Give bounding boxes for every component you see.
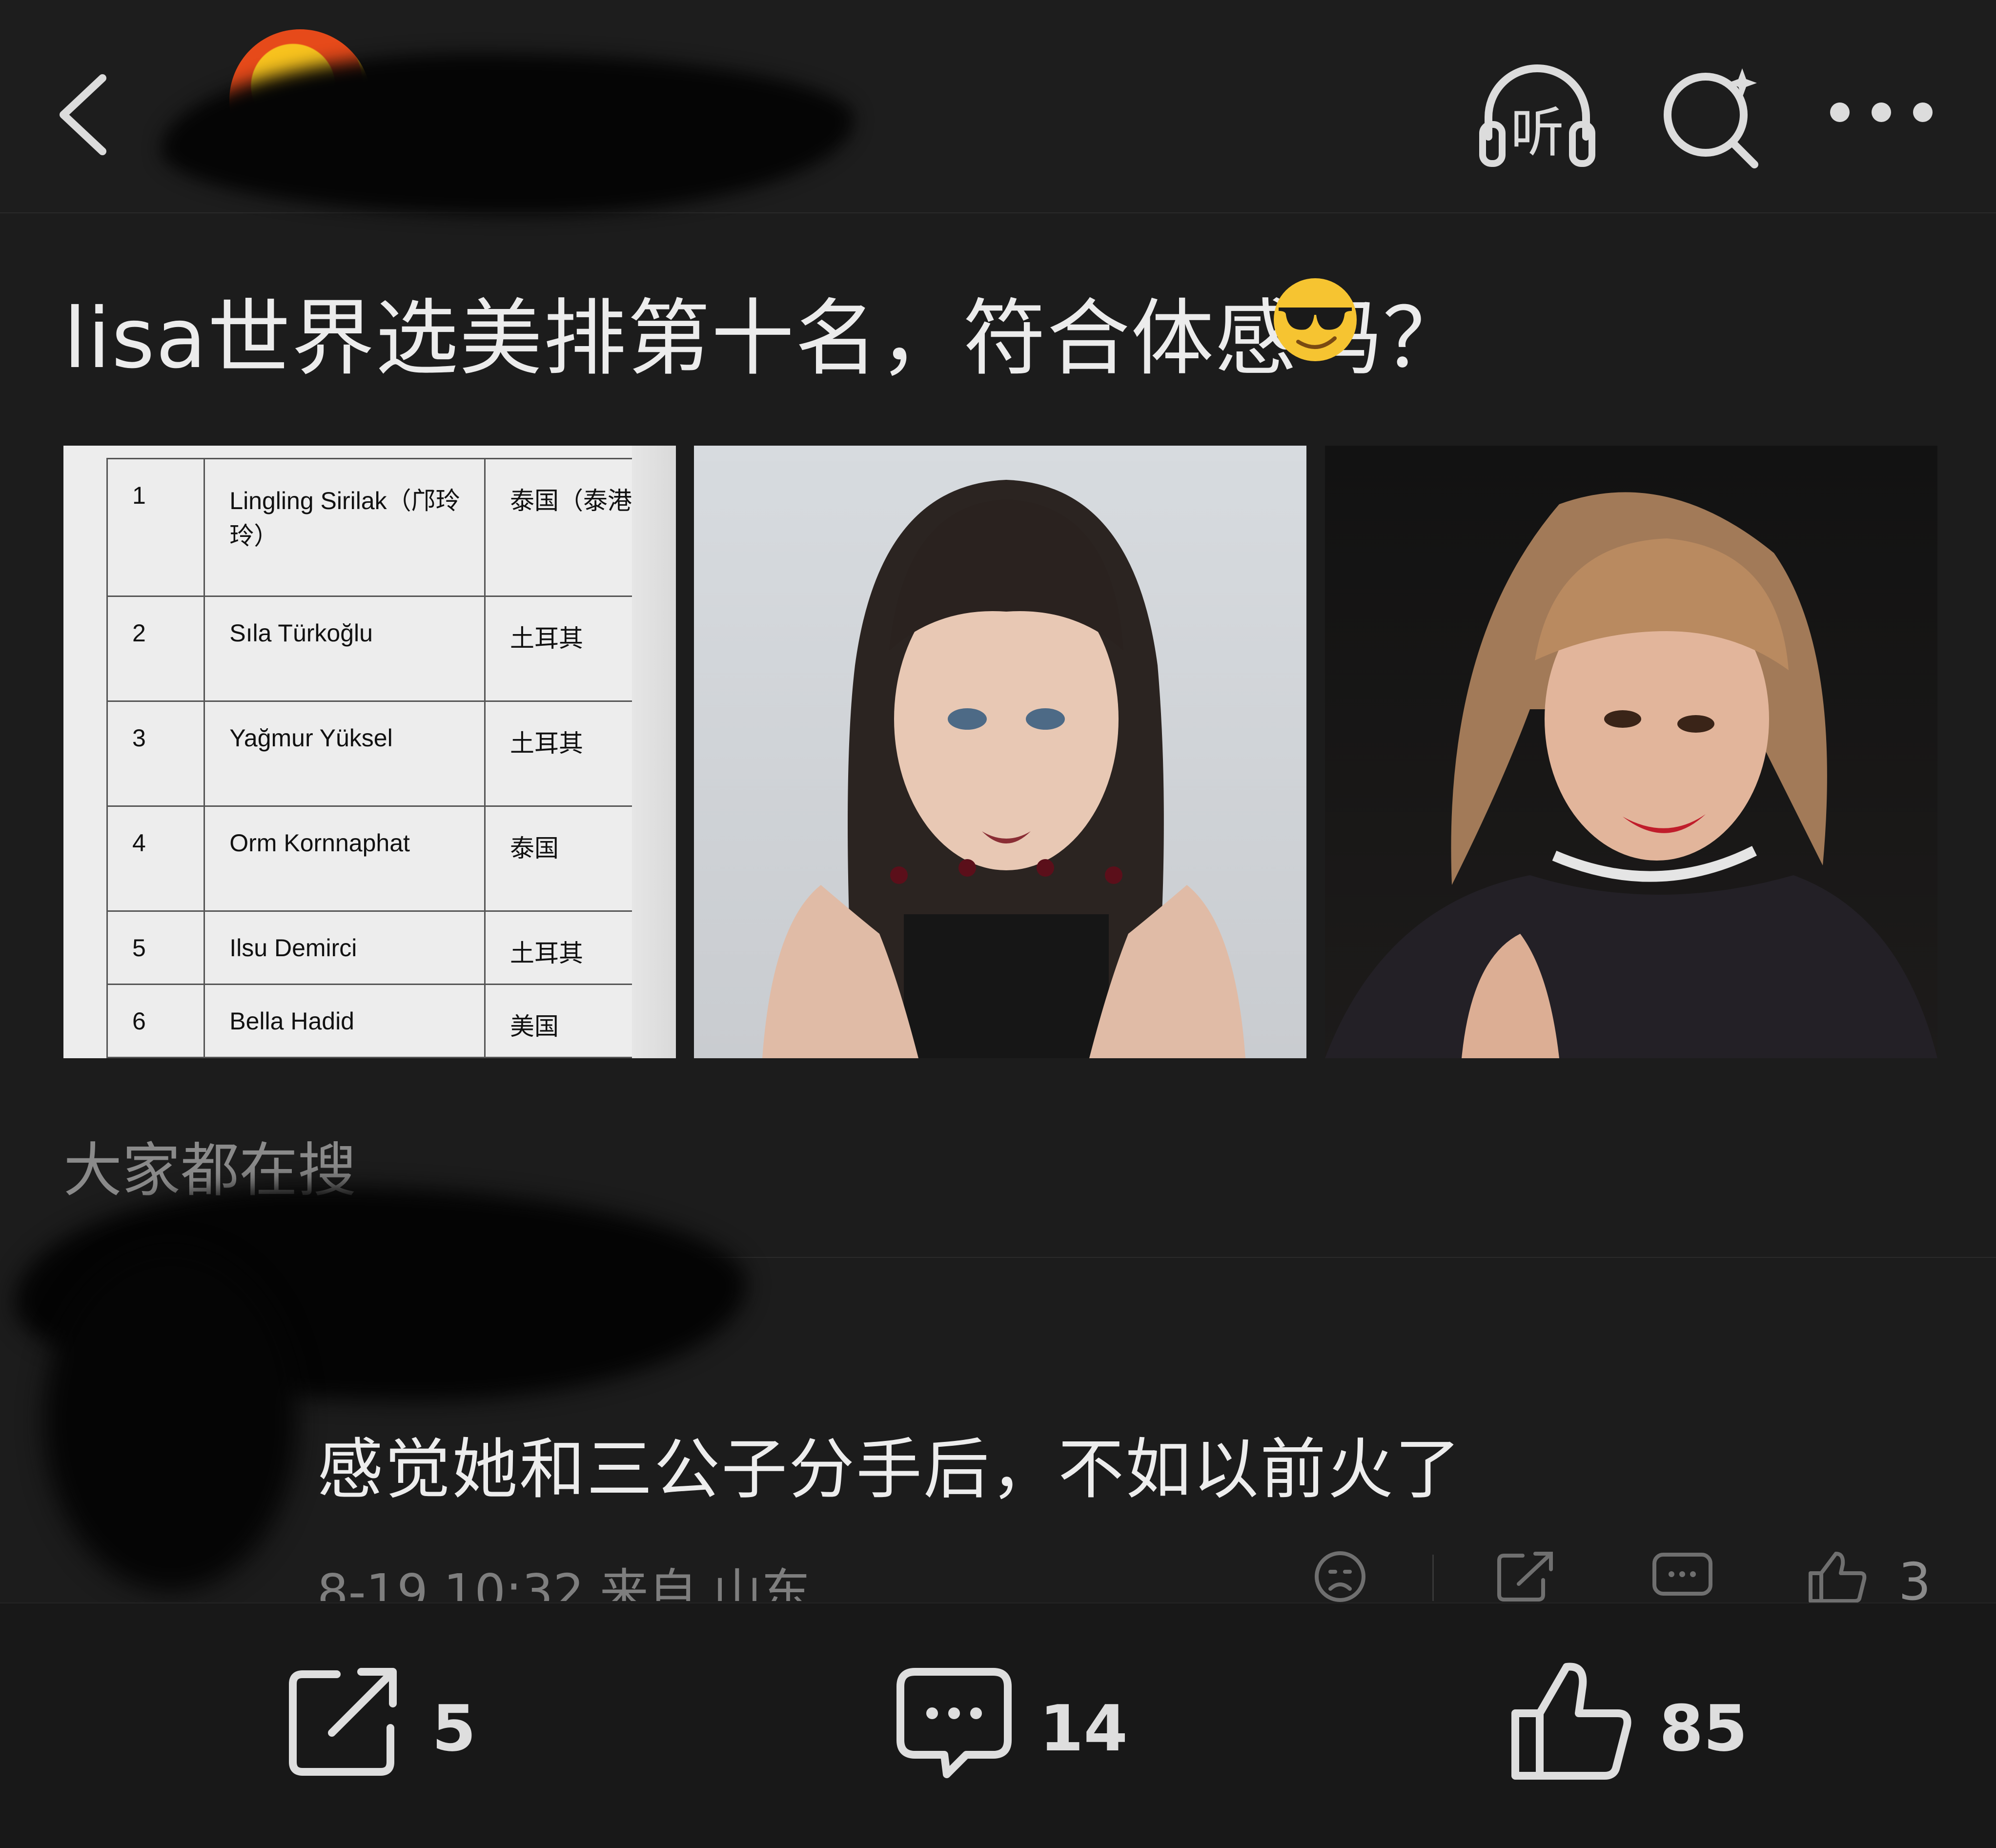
comment-share-icon[interactable] (1493, 1550, 1559, 1603)
comment-text: 感觉她和三公子分手后，不如以前火了 (317, 1431, 1462, 1508)
table-row: 3 Yağmur Yüksel 土耳其 (106, 700, 634, 807)
image-edge-shadow (632, 446, 676, 1058)
comment-count: 14 (1039, 1691, 1128, 1766)
table-row: 2 Sıla Türkoğlu 土耳其 (106, 595, 634, 702)
rank-cell: 3 (106, 700, 205, 807)
comment-like-icon[interactable] (1806, 1550, 1872, 1603)
comment-reply-icon[interactable] (1650, 1550, 1715, 1603)
portrait-photo-1[interactable] (694, 446, 1306, 1058)
country-cell: 土耳其 (484, 910, 634, 985)
comment-divider (693, 1257, 1996, 1258)
more-dots-icon[interactable] (1825, 59, 1937, 171)
ranking-table-image[interactable]: 1 Lingling Sirilak（邝玲玲） 泰国（泰港 2 Sıla Tür… (63, 446, 676, 1058)
listen-label: 听 (1510, 102, 1564, 164)
table-row: 5 Ilsu Demirci 土耳其 (106, 910, 634, 985)
name-cell: Ilsu Demirci (204, 910, 486, 985)
comment-bubble-icon[interactable] (893, 1660, 1015, 1782)
name-cell: Orm Kornnaphat (204, 805, 486, 912)
redacted-commenter-avatar (44, 1250, 298, 1591)
rank-cell: 5 (106, 910, 205, 985)
like-thumb-icon[interactable] (1508, 1660, 1635, 1782)
table-row: 6 Bella Hadid 美国 (106, 984, 634, 1058)
back-chevron-icon[interactable] (49, 68, 117, 161)
post-title: lisa世界选美排第十名，符合体感吗？ (63, 290, 1467, 387)
rank-cell: 2 (106, 595, 205, 702)
country-cell: 泰国 (484, 805, 634, 912)
name-cell: Sıla Türkoğlu (204, 595, 486, 702)
country-cell: 泰国（泰港 (484, 458, 634, 597)
portrait-illustration-1 (762, 480, 1245, 1058)
name-cell: Bella Hadid (204, 984, 486, 1058)
repost-share-icon[interactable] (283, 1660, 405, 1782)
country-cell: 美国 (484, 984, 634, 1058)
share-count: 5 (432, 1691, 476, 1766)
listen-headphone-icon[interactable]: 听 (1474, 59, 1601, 171)
like-count: 85 (1659, 1691, 1748, 1766)
name-cell: Yağmur Yüksel (204, 700, 486, 807)
comment-action-divider (1432, 1555, 1434, 1601)
ai-search-icon[interactable] (1659, 59, 1762, 171)
portrait-photo-2[interactable] (1325, 446, 1937, 1058)
sunglasses-emoji-icon (1274, 278, 1357, 361)
comment-meta: 8-19 10:32 来自 山东 (317, 1563, 811, 1601)
country-cell: 土耳其 (484, 595, 634, 702)
portrait-illustration-2 (1325, 492, 1937, 1058)
country-cell: 土耳其 (484, 700, 634, 807)
ranking-table: 1 Lingling Sirilak（邝玲玲） 泰国（泰港 2 Sıla Tür… (106, 458, 634, 1058)
dislike-face-icon[interactable] (1307, 1550, 1373, 1603)
rank-cell: 6 (106, 984, 205, 1058)
table-row: 1 Lingling Sirilak（邝玲玲） 泰国（泰港 (106, 458, 634, 597)
table-row: 4 Orm Kornnaphat 泰国 (106, 805, 634, 912)
name-cell: Lingling Sirilak（邝玲玲） (204, 458, 486, 597)
rank-cell: 4 (106, 805, 205, 912)
rank-cell: 1 (106, 458, 205, 597)
